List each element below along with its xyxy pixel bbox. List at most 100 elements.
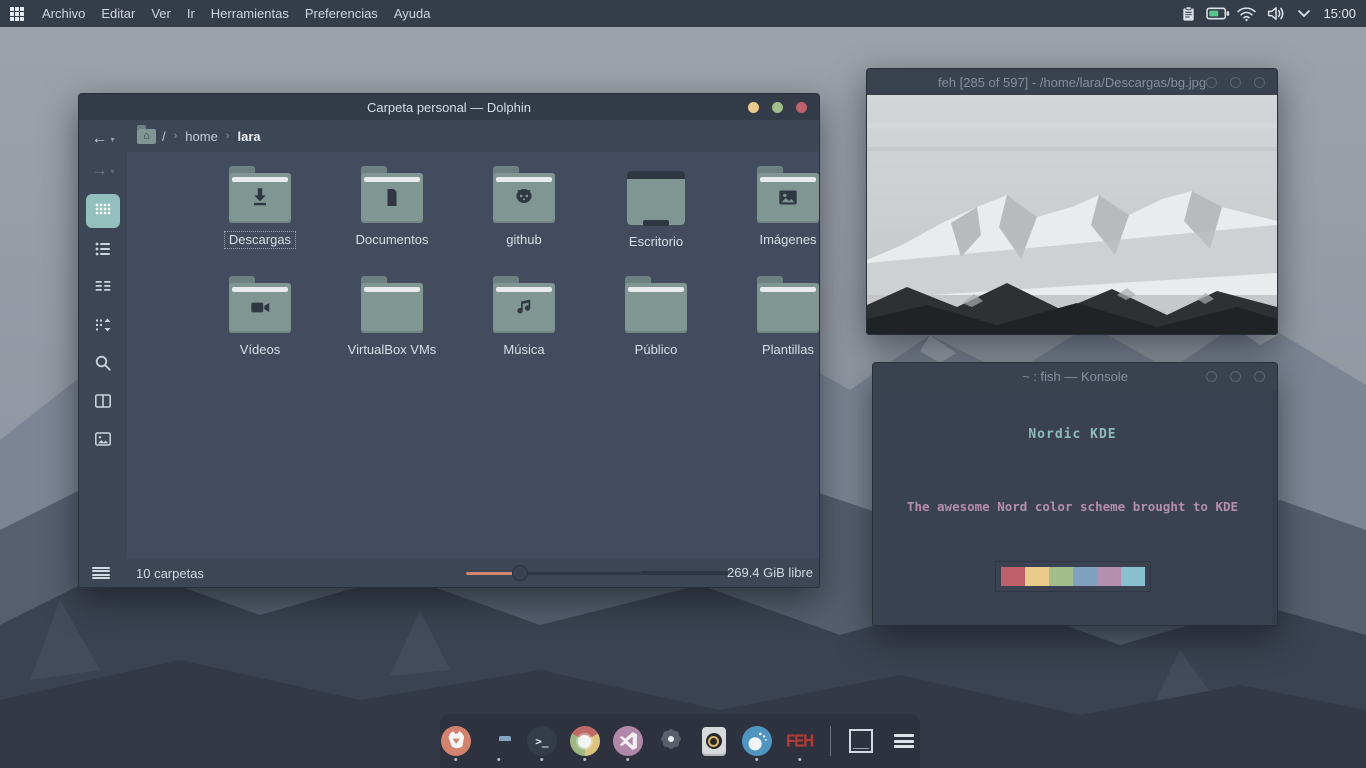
running-indicator bbox=[755, 758, 759, 762]
folder-item-escritorio[interactable]: Escritorio bbox=[592, 164, 720, 256]
folder-item-m-sica[interactable]: Música bbox=[460, 274, 588, 366]
feh-titlebar[interactable]: feh [285 of 597] - /home/lara/Descargas/… bbox=[867, 69, 1277, 95]
menu-item-archivo[interactable]: Archivo bbox=[34, 0, 93, 27]
folder-count: 10 carpetas bbox=[136, 566, 204, 581]
minimize-button[interactable] bbox=[1206, 77, 1217, 88]
back-button[interactable]: ←▾ bbox=[86, 126, 120, 152]
icons-view-button[interactable] bbox=[86, 194, 120, 228]
dolphin-titlebar[interactable]: Carpeta personal — Dolphin bbox=[79, 94, 819, 120]
app-menu-icon bbox=[894, 734, 914, 748]
dock-vscode[interactable] bbox=[612, 721, 644, 761]
menu-item-preferencias[interactable]: Preferencias bbox=[297, 0, 386, 27]
disk-capacity-bar bbox=[641, 571, 728, 575]
compact-view-icon bbox=[93, 277, 113, 302]
folder-view: Descargas Documentos githubEscritorioImáge… bbox=[127, 152, 819, 559]
search-button[interactable] bbox=[86, 350, 120, 380]
folder-item-plantillas[interactable]: Plantillas bbox=[724, 274, 820, 366]
firefox-icon bbox=[441, 726, 471, 756]
dock-feh[interactable]: FEH bbox=[784, 721, 816, 761]
document-folder-icon bbox=[361, 173, 423, 223]
forward-button[interactable]: →▾ bbox=[86, 158, 120, 184]
breadcrumb-root[interactable]: / bbox=[162, 129, 166, 144]
dock-firefox[interactable] bbox=[440, 721, 472, 761]
palette-swatch bbox=[1049, 567, 1073, 586]
palette-swatch bbox=[1121, 567, 1145, 586]
maximize-button[interactable] bbox=[1230, 371, 1241, 382]
folder-label: Descargas bbox=[224, 231, 296, 249]
minimize-button[interactable] bbox=[748, 102, 759, 113]
terminal-icon: >_ bbox=[527, 726, 557, 756]
details-view-button[interactable] bbox=[86, 236, 120, 266]
running-indicator bbox=[540, 758, 544, 762]
menu-item-ayuda[interactable]: Ayuda bbox=[386, 0, 439, 27]
menu-item-editar[interactable]: Editar bbox=[93, 0, 143, 27]
dock-app-menu[interactable] bbox=[888, 721, 920, 761]
breadcrumb-home[interactable]: home bbox=[185, 129, 218, 144]
wifi-icon[interactable] bbox=[1235, 4, 1257, 24]
folder-item-virtualbox-vms[interactable]: VirtualBox VMs bbox=[328, 274, 456, 366]
dock-music-player[interactable] bbox=[698, 721, 730, 761]
chromium-icon bbox=[570, 726, 600, 756]
back-arrow-icon: ← bbox=[91, 131, 107, 147]
folder-item-documentos[interactable]: Documentos bbox=[328, 164, 456, 256]
close-button[interactable] bbox=[796, 102, 807, 113]
global-menubar: ArchivoEditarVerIrHerramientasPreferenci… bbox=[0, 0, 1366, 27]
battery-icon[interactable] bbox=[1206, 4, 1228, 24]
volume-icon[interactable] bbox=[1264, 4, 1286, 24]
feh-logo-icon: FEH bbox=[786, 731, 813, 751]
folder-item-v-deos[interactable]: Vídeos bbox=[196, 274, 324, 366]
maximize-button[interactable] bbox=[1230, 77, 1241, 88]
preview-button[interactable] bbox=[86, 426, 120, 456]
dock-settings[interactable] bbox=[655, 721, 687, 761]
folder-item-im-genes[interactable]: Imágenes bbox=[724, 164, 820, 256]
chevron-down-icon[interactable] bbox=[1293, 4, 1315, 24]
dock-chromium[interactable] bbox=[569, 721, 601, 761]
plain-folder-icon bbox=[361, 283, 423, 333]
dock-terminal[interactable]: >_ bbox=[526, 721, 558, 761]
dock-file-manager[interactable] bbox=[483, 721, 515, 761]
breadcrumb-home-icon[interactable]: ⌂ bbox=[137, 129, 156, 144]
palette-swatch bbox=[1001, 567, 1025, 586]
breadcrumb-lara[interactable]: lara bbox=[238, 129, 261, 144]
sort-button[interactable] bbox=[86, 312, 120, 342]
menu-item-ver[interactable]: Ver bbox=[143, 0, 179, 27]
github-folder-icon bbox=[493, 173, 555, 223]
menu-toggle-icon[interactable] bbox=[92, 567, 110, 580]
menu-item-ir[interactable]: Ir bbox=[179, 0, 203, 27]
folder-item-p-blico[interactable]: Público bbox=[592, 274, 720, 366]
close-button[interactable] bbox=[1254, 371, 1265, 382]
konsole-titlebar[interactable]: ~ : fish — Konsole bbox=[873, 363, 1277, 389]
zoom-slider[interactable] bbox=[466, 565, 641, 581]
terminal-output[interactable]: Nordic KDE The awesome Nord color scheme… bbox=[873, 389, 1277, 625]
palette-swatch bbox=[1097, 567, 1121, 586]
folder-item-descargas[interactable]: Descargas bbox=[196, 164, 324, 256]
dock-show-desktop[interactable] bbox=[845, 721, 877, 761]
minimize-button[interactable] bbox=[1206, 371, 1217, 382]
chevron-right-icon: › bbox=[172, 130, 180, 142]
running-indicator bbox=[454, 758, 458, 762]
maximize-button[interactable] bbox=[772, 102, 783, 113]
image-folder-icon bbox=[757, 173, 819, 223]
caret-down-icon: ▾ bbox=[110, 135, 114, 144]
clipboard-icon[interactable] bbox=[1177, 4, 1199, 24]
dolphin-toolbar: ←▾ →▾ bbox=[79, 120, 127, 559]
desktop: { "menubar": { "items": ["Archivo", "Edi… bbox=[0, 0, 1366, 768]
zoom-slider-knob[interactable] bbox=[512, 565, 528, 581]
folder-label: Documentos bbox=[351, 231, 434, 249]
close-button[interactable] bbox=[1254, 77, 1265, 88]
folder-grid: Descargas Documentos githubEscritorioImáge… bbox=[194, 164, 820, 366]
compact-view-button[interactable] bbox=[86, 274, 120, 304]
dolphin-title: Carpeta personal — Dolphin bbox=[367, 100, 531, 115]
menu-item-herramientas[interactable]: Herramientas bbox=[203, 0, 297, 27]
preview-icon bbox=[93, 429, 113, 454]
app-launcher-button[interactable] bbox=[0, 0, 34, 27]
app-grid-icon bbox=[10, 7, 24, 21]
color-palette bbox=[995, 561, 1151, 592]
folder-item-github[interactable]: github bbox=[460, 164, 588, 256]
split-view-button[interactable] bbox=[86, 388, 120, 418]
feh-window: feh [285 of 597] - /home/lara/Descargas/… bbox=[866, 68, 1278, 335]
folder-label: Plantillas bbox=[757, 341, 819, 359]
dock-night-app[interactable] bbox=[741, 721, 773, 761]
free-space: 269.4 GiB libre bbox=[727, 559, 813, 587]
plain-folder-icon bbox=[625, 283, 687, 333]
